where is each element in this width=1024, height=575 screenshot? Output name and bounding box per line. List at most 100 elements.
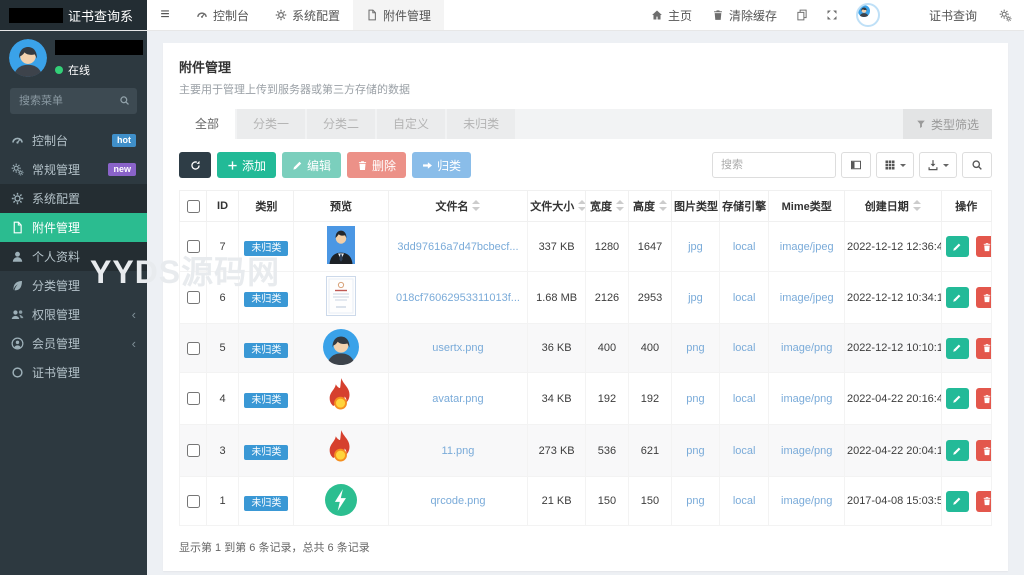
image-type-link[interactable]: png bbox=[686, 342, 704, 354]
storage-link[interactable]: local bbox=[733, 342, 756, 354]
category-badge[interactable]: 未归类 bbox=[244, 495, 289, 511]
image-type-link[interactable]: png bbox=[686, 495, 704, 507]
row-delete-button[interactable] bbox=[975, 337, 991, 359]
filename-link[interactable]: 3dd97616a7d47bcbecf... bbox=[397, 241, 518, 253]
delete-button[interactable]: 删除 bbox=[347, 152, 407, 178]
category-badge[interactable]: 未归类 bbox=[244, 445, 289, 460]
row-checkbox[interactable] bbox=[186, 341, 200, 355]
search-button[interactable] bbox=[962, 152, 992, 178]
sidebar-search-input[interactable] bbox=[10, 88, 137, 114]
tab-category-2[interactable]: 分类二 bbox=[307, 109, 376, 139]
lightning-badge-preview[interactable] bbox=[325, 484, 357, 516]
flame-preview[interactable] bbox=[324, 377, 358, 417]
filename-link[interactable]: qrcode.png bbox=[430, 495, 485, 507]
site-name-link[interactable]: 证书查询 bbox=[919, 0, 987, 30]
category-badge[interactable]: 未归类 bbox=[244, 393, 289, 408]
topbar-tab-attachment[interactable]: 附件管理 bbox=[353, 0, 445, 30]
mime-link[interactable]: image/jpeg bbox=[780, 241, 834, 253]
col-height[interactable]: 高度 bbox=[627, 190, 673, 222]
row-delete-button[interactable] bbox=[975, 440, 991, 461]
toggle-view-button[interactable] bbox=[841, 152, 871, 178]
home-link[interactable]: 主页 bbox=[641, 0, 702, 30]
refresh-button[interactable] bbox=[179, 152, 211, 178]
col-created[interactable]: 创建日期 bbox=[843, 190, 942, 222]
storage-link[interactable]: local bbox=[733, 393, 756, 405]
image-type-link[interactable]: png bbox=[686, 445, 704, 457]
users-icon bbox=[11, 308, 24, 321]
tab-uncategorized[interactable]: 未归类 bbox=[447, 109, 516, 139]
image-type-link[interactable]: jpg bbox=[688, 241, 703, 253]
classify-button[interactable]: 归类 bbox=[412, 152, 472, 178]
category-badge[interactable]: 未归类 bbox=[244, 292, 289, 307]
sidebar-item-certificates[interactable]: 证书管理 bbox=[0, 358, 147, 387]
certificate-preview[interactable] bbox=[326, 276, 356, 316]
col-width[interactable]: 宽度 bbox=[584, 190, 629, 222]
brand: 证书查询系 bbox=[0, 0, 147, 30]
row-edit-button[interactable] bbox=[945, 490, 969, 512]
portrait-photo-preview[interactable] bbox=[327, 226, 355, 264]
mime-link[interactable]: image/jpeg bbox=[780, 292, 834, 304]
clear-cache-button[interactable]: 清除缓存 bbox=[702, 0, 787, 30]
row-checkbox[interactable] bbox=[186, 392, 200, 405]
sidebar-item-permissions[interactable]: 权限管理 bbox=[0, 300, 147, 329]
filename-link[interactable]: 11.png bbox=[442, 445, 475, 457]
type-filter-button[interactable]: 类型筛选 bbox=[902, 109, 992, 139]
mime-link[interactable]: image/png bbox=[781, 393, 832, 405]
add-button[interactable]: 添加 bbox=[217, 152, 277, 178]
row-edit-button[interactable] bbox=[945, 440, 969, 461]
copy-page-button[interactable] bbox=[787, 0, 817, 30]
tab-category-1[interactable]: 分类一 bbox=[237, 109, 306, 139]
storage-link[interactable]: local bbox=[733, 495, 756, 507]
sidebar-item-category[interactable]: 分类管理 bbox=[0, 271, 147, 300]
fullscreen-button[interactable] bbox=[817, 0, 847, 30]
filename-link[interactable]: 018cf76062953311013f... bbox=[396, 292, 520, 304]
user-menu[interactable] bbox=[847, 0, 889, 30]
columns-button[interactable] bbox=[876, 152, 914, 178]
col-category: 类别 bbox=[238, 190, 295, 222]
category-badge[interactable]: 未归类 bbox=[244, 241, 289, 256]
row-checkbox[interactable] bbox=[186, 444, 200, 457]
mime-link[interactable]: image/png bbox=[781, 495, 832, 507]
menu-toggle-icon[interactable] bbox=[147, 0, 183, 30]
image-type-link[interactable]: png bbox=[686, 393, 704, 405]
col-filesize[interactable]: 文件大小 bbox=[527, 190, 586, 222]
storage-link[interactable]: local bbox=[733, 241, 756, 253]
flame-preview[interactable] bbox=[324, 429, 358, 469]
avatar-preview[interactable] bbox=[323, 329, 359, 365]
category-badge[interactable]: 未归类 bbox=[244, 342, 289, 358]
topbar-tab-console[interactable]: 控制台 bbox=[183, 0, 262, 30]
sidebar-item-attachment[interactable]: 附件管理 bbox=[0, 213, 147, 242]
mime-link[interactable]: image/png bbox=[781, 342, 832, 354]
row-delete-button[interactable] bbox=[975, 287, 991, 308]
settings-button[interactable] bbox=[987, 0, 1024, 30]
image-type-link[interactable]: jpg bbox=[688, 292, 703, 304]
sidebar-item-profile[interactable]: 个人资料 bbox=[0, 242, 147, 271]
row-edit-button[interactable] bbox=[945, 287, 969, 308]
sidebar-item-console[interactable]: 控制台 hot bbox=[0, 126, 147, 155]
tab-all[interactable]: 全部 bbox=[179, 109, 236, 139]
row-delete-button[interactable] bbox=[975, 388, 991, 409]
topbar-tab-system-config[interactable]: 系统配置 bbox=[262, 0, 353, 30]
row-edit-button[interactable] bbox=[945, 337, 969, 359]
filename-link[interactable]: avatar.png bbox=[432, 393, 483, 405]
sidebar-item-system-config[interactable]: 系统配置 bbox=[0, 184, 147, 213]
sidebar-item-members[interactable]: 会员管理 bbox=[0, 329, 147, 358]
select-all-checkbox[interactable] bbox=[186, 199, 200, 213]
row-delete-button[interactable] bbox=[975, 236, 991, 257]
row-edit-button[interactable] bbox=[945, 236, 969, 257]
mime-link[interactable]: image/png bbox=[781, 445, 832, 457]
table-search-input[interactable] bbox=[712, 152, 836, 178]
sidebar-item-general-management[interactable]: 常规管理 new bbox=[0, 155, 147, 184]
col-filename[interactable]: 文件名 bbox=[387, 190, 529, 222]
storage-link[interactable]: local bbox=[733, 445, 756, 457]
row-checkbox[interactable] bbox=[186, 291, 200, 304]
edit-button[interactable]: 编辑 bbox=[282, 152, 342, 178]
tab-custom[interactable]: 自定义 bbox=[377, 109, 446, 139]
storage-link[interactable]: local bbox=[733, 292, 756, 304]
export-button[interactable] bbox=[919, 152, 957, 178]
row-checkbox[interactable] bbox=[186, 494, 200, 508]
row-edit-button[interactable] bbox=[945, 388, 969, 409]
filename-link[interactable]: usertx.png bbox=[432, 342, 483, 354]
row-delete-button[interactable] bbox=[975, 490, 991, 512]
row-checkbox[interactable] bbox=[186, 240, 200, 253]
